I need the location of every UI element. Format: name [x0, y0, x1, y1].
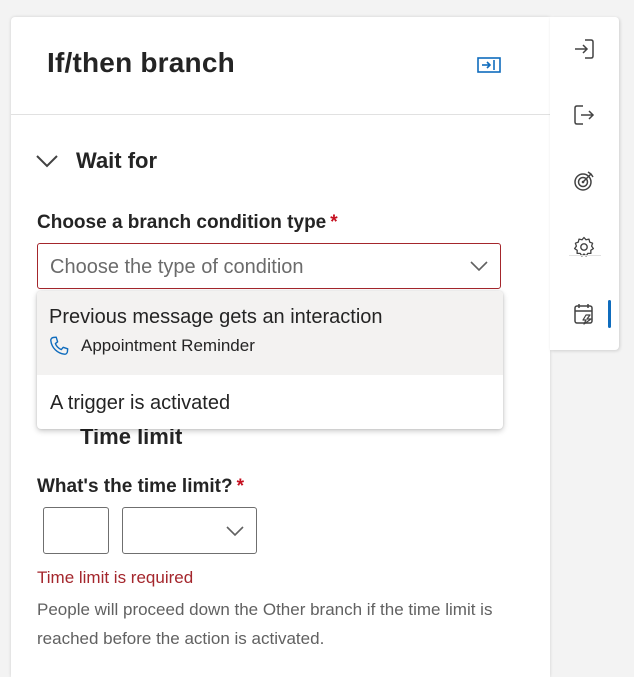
option-label: A trigger is activated	[50, 392, 231, 414]
time-limit-help: People will proceed down the Other branc…	[37, 600, 493, 648]
section-title: Wait for	[76, 148, 158, 173]
enter-icon[interactable]	[570, 35, 598, 63]
panel-header: If/then branch	[11, 17, 550, 115]
time-limit-number-input[interactable]	[43, 507, 109, 554]
collapse-panel-icon[interactable]	[477, 57, 501, 73]
condition-type-select[interactable]: Choose the type of condition	[37, 243, 501, 289]
page-title: If/then branch	[47, 47, 235, 78]
gear-icon[interactable]	[570, 233, 598, 261]
chevron-down-icon	[36, 155, 58, 168]
wait-for-section-toggle[interactable]: Wait for	[36, 146, 157, 176]
option-previous-message-interaction[interactable]: Previous message gets an interaction App…	[37, 291, 503, 375]
condition-type-label: Choose a branch condition type *	[37, 212, 338, 234]
condition-type-label-text: Choose a branch condition type	[37, 212, 327, 233]
phone-icon	[50, 336, 69, 355]
time-limit-label-text: What's the time limit?	[37, 476, 233, 497]
condition-type-placeholder: Choose the type of condition	[50, 256, 304, 278]
option-sublabel: Appointment Reminder	[81, 336, 255, 355]
exit-icon[interactable]	[570, 101, 598, 129]
rail-divider	[569, 255, 601, 256]
time-limit-error: Time limit is required	[37, 568, 194, 587]
chevron-down-icon	[470, 261, 488, 272]
calendar-edit-icon[interactable]	[570, 300, 598, 328]
option-label: Previous message gets an interaction	[49, 306, 383, 328]
option-sublabel-row: Appointment Reminder	[49, 336, 255, 356]
required-mark: *	[236, 476, 244, 497]
option-trigger-activated[interactable]: A trigger is activated	[37, 375, 503, 429]
time-limit-unit-select[interactable]	[122, 507, 257, 554]
active-indicator	[608, 300, 611, 328]
time-limit-label: What's the time limit? *	[37, 476, 244, 498]
chevron-down-icon	[226, 526, 244, 537]
required-mark: *	[330, 212, 338, 233]
target-icon[interactable]	[570, 167, 598, 195]
side-rail	[550, 17, 619, 350]
condition-type-dropdown: Previous message gets an interaction App…	[37, 291, 503, 429]
